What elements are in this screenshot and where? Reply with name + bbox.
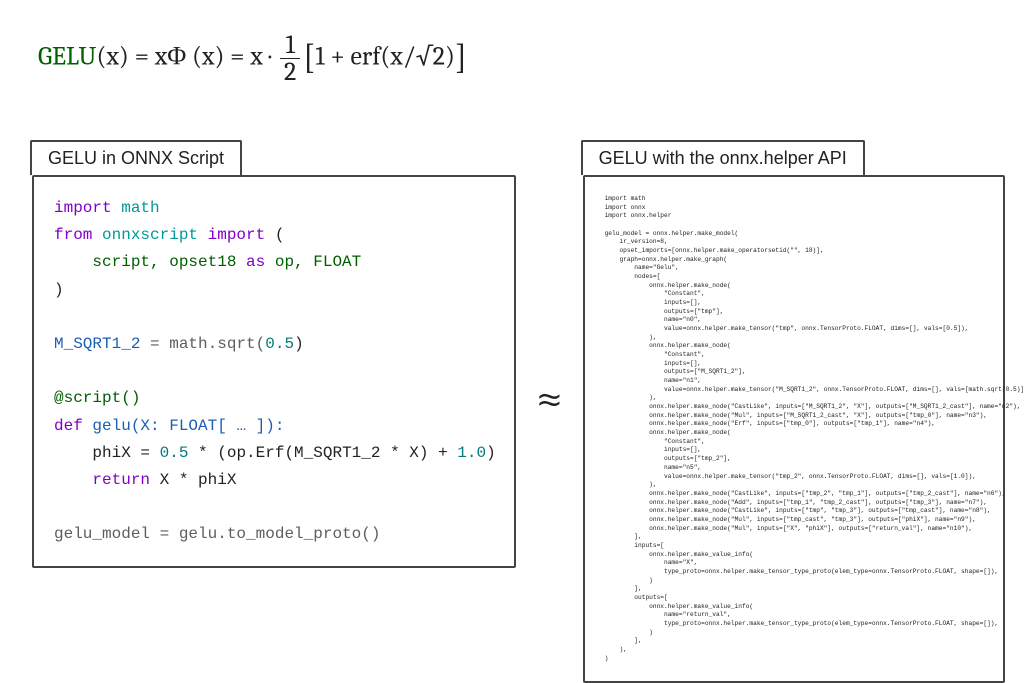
left-panel-title: GELU in ONNX Script (30, 140, 242, 175)
formula-lhs: (x) = xΦ (x) = x · (96, 42, 277, 72)
left-code: import math from onnxscript import ( scr… (34, 177, 514, 566)
formula-rhs: 1 + erf(x/√2) (315, 42, 455, 72)
formula-frac: 12 (280, 32, 300, 85)
gelu-formula: GELU(x) = xΦ (x) = x · 12[1 + erf(x/√2)] (38, 32, 992, 85)
bracket-open: [ (303, 37, 315, 77)
left-panel-wrap: GELU in ONNX Script import math from onn… (32, 151, 516, 683)
right-panel-wrap: GELU with the onnx.helper API import mat… (583, 151, 1005, 683)
columns: GELU in ONNX Script import math from onn… (32, 113, 992, 683)
formula-fn-name: GELU (38, 42, 96, 72)
left-panel: import math from onnxscript import ( scr… (32, 175, 516, 568)
right-panel-title: GELU with the onnx.helper API (581, 140, 865, 175)
right-panel: import math import onnx import onnx.help… (583, 175, 1005, 683)
bracket-close: ] (455, 37, 467, 77)
page: GELU(x) = xΦ (x) = x · 12[1 + erf(x/√2)]… (0, 0, 1024, 592)
right-code: import math import onnx import onnx.help… (585, 177, 1003, 681)
approx-symbol: ≈ (534, 371, 565, 426)
